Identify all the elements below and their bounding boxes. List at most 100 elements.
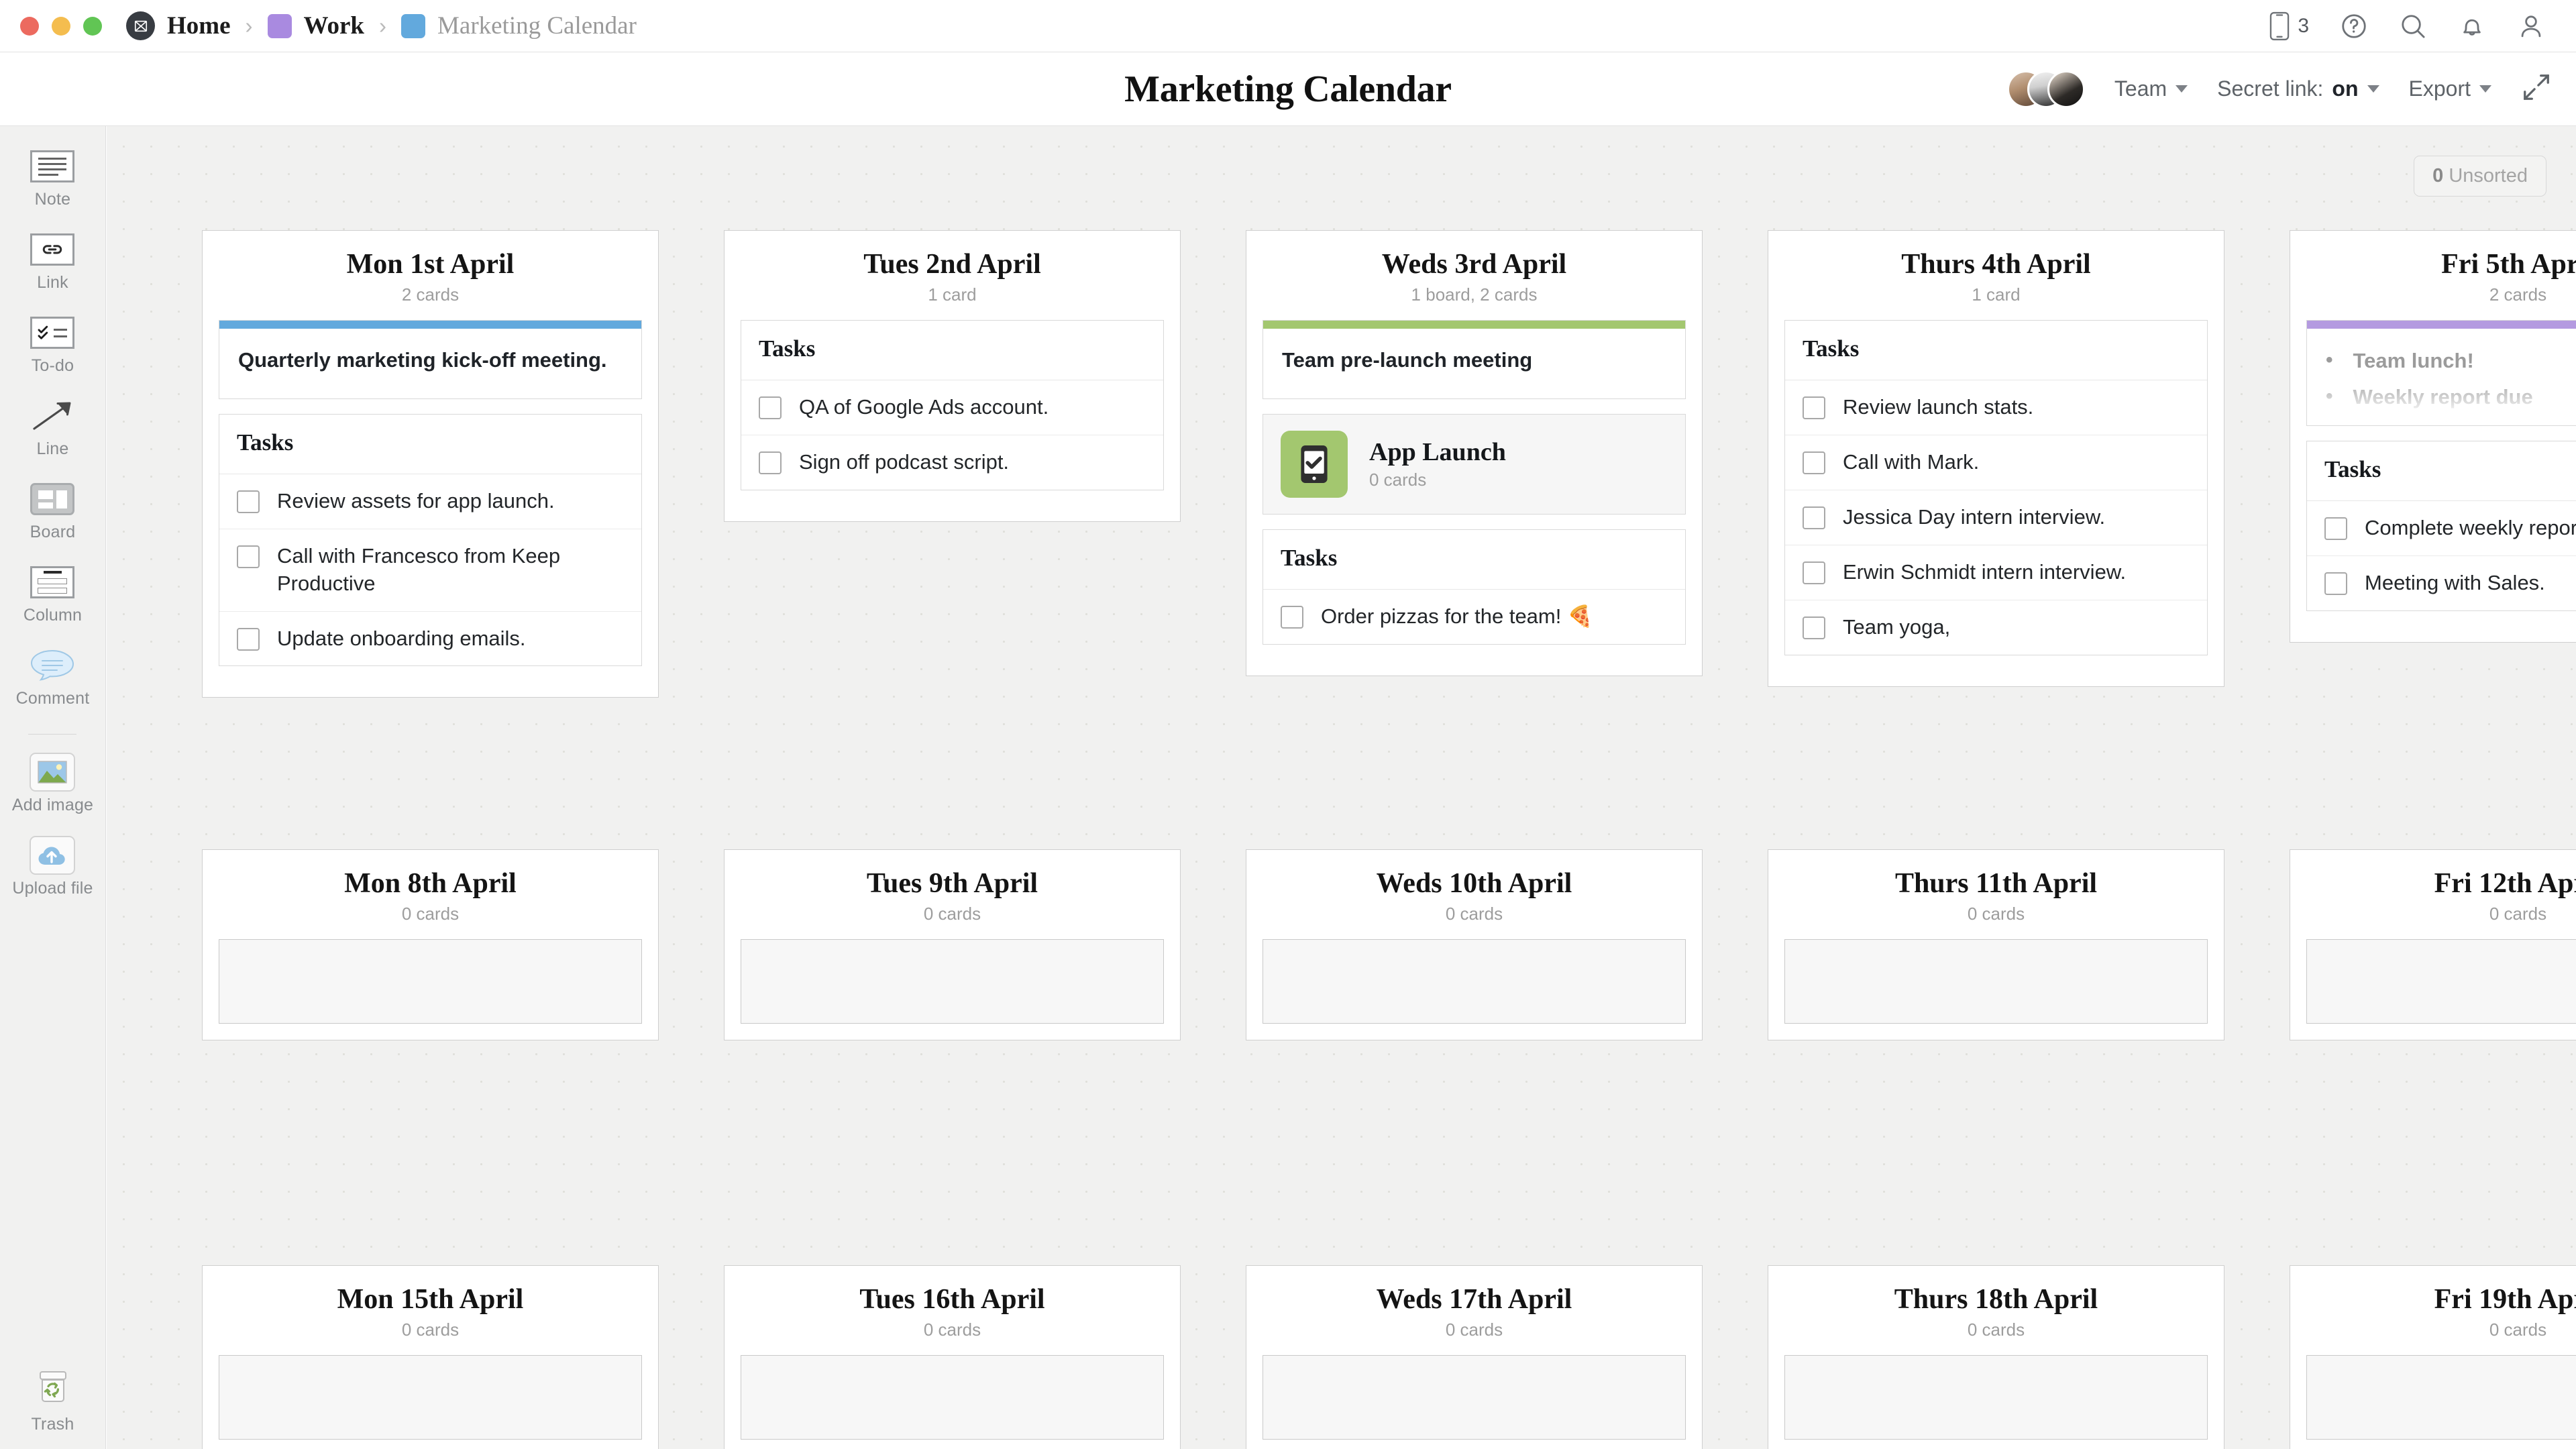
day-dropzone[interactable]: [2306, 939, 2576, 1024]
sidebar-tool-todo[interactable]: To-do: [28, 315, 76, 376]
day-body: [1768, 924, 2224, 1040]
todo-item[interactable]: Team yoga,: [1785, 600, 2207, 655]
mobile-app-icon[interactable]: 3: [2268, 11, 2309, 41]
day-dropzone[interactable]: [1784, 939, 2208, 1024]
day-column-tues-2-april[interactable]: Tues 2nd April 1 card Tasks QA of Google…: [724, 230, 1181, 522]
account-user-icon[interactable]: [2517, 12, 2545, 40]
minimize-window-button[interactable]: [52, 16, 70, 36]
sidebar-tool-board[interactable]: Board: [28, 482, 76, 542]
todo-checkbox[interactable]: [759, 396, 782, 419]
todo-checkbox[interactable]: [237, 490, 260, 513]
day-column-thurs-18-april[interactable]: Thurs 18th April 0 cards: [1768, 1265, 2224, 1449]
column-icon: [28, 565, 76, 600]
notifications-bell-icon[interactable]: [2458, 12, 2486, 40]
day-column-thurs-4-april[interactable]: Thurs 4th April 1 card Tasks Review laun…: [1768, 230, 2224, 687]
day-column-weds-10-april[interactable]: Weds 10th April 0 cards: [1246, 849, 1703, 1040]
day-column-tues-16-april[interactable]: Tues 16th April 0 cards: [724, 1265, 1181, 1449]
sidebar-tool-add-image[interactable]: Add image: [12, 753, 93, 815]
sidebar-tool-link[interactable]: Link: [28, 232, 76, 292]
close-window-button[interactable]: [20, 16, 39, 36]
day-dropzone[interactable]: [1784, 1355, 2208, 1440]
todo-checkbox[interactable]: [1803, 561, 1825, 584]
todo-item[interactable]: QA of Google Ads account.: [741, 380, 1163, 435]
todo-checkbox[interactable]: [237, 627, 260, 651]
sidebar-tool-label: Link: [37, 273, 68, 292]
todo-checkbox[interactable]: [1281, 605, 1303, 629]
board-card-app-launch[interactable]: App Launch 0 cards: [1263, 413, 1686, 515]
todo-checkbox[interactable]: [759, 451, 782, 474]
help-icon[interactable]: [2340, 12, 2368, 40]
secret-link-dropdown[interactable]: Secret link: on: [2217, 76, 2379, 101]
day-dropzone[interactable]: [1263, 1355, 1686, 1440]
todo-card[interactable]: Tasks Complete weekly report. Meeting wi…: [2306, 441, 2576, 611]
export-dropdown[interactable]: Export: [2409, 76, 2491, 101]
day-dropzone[interactable]: [1263, 939, 1686, 1024]
note-card[interactable]: • Team lunch! • Weekly report due: [2306, 320, 2576, 426]
zoom-window-button[interactable]: [83, 16, 102, 36]
todo-card[interactable]: Tasks Review launch stats. Call with Mar…: [1784, 320, 2208, 655]
day-column-fri-5-april[interactable]: Fri 5th April 2 cards • Team lunch! •: [2290, 230, 2576, 643]
day-title: Tues 16th April: [859, 1284, 1045, 1315]
todo-card[interactable]: Tasks QA of Google Ads account. Sign off…: [741, 320, 1164, 490]
todo-checkbox[interactable]: [2324, 572, 2347, 595]
day-column-mon-15-april[interactable]: Mon 15th April 0 cards: [202, 1265, 659, 1449]
todo-checkbox[interactable]: [237, 545, 260, 568]
todo-item[interactable]: Review assets for app launch.: [219, 474, 641, 529]
sidebar-trash[interactable]: Trash: [29, 1367, 77, 1434]
todo-card[interactable]: Tasks Order pizzas for the team! 🍕: [1263, 529, 1686, 645]
day-column-tues-9-april[interactable]: Tues 9th April 0 cards: [724, 849, 1181, 1040]
todo-checkbox[interactable]: [1803, 616, 1825, 639]
collaborator-avatars[interactable]: [2006, 70, 2085, 108]
todo-item[interactable]: Meeting with Sales.: [2307, 556, 2576, 610]
todo-item[interactable]: Erwin Schmidt intern interview.: [1785, 545, 2207, 600]
window-title-bar: Home › Work › Marketing Calendar 3: [0, 0, 2576, 52]
sidebar-tool-upload-file[interactable]: Upload file: [12, 836, 93, 898]
day-column-thurs-11-april[interactable]: Thurs 11th April 0 cards: [1768, 849, 2224, 1040]
todo-item[interactable]: Order pizzas for the team! 🍕: [1263, 590, 1685, 644]
note-card[interactable]: Quarterly marketing kick-off meeting.: [219, 320, 642, 399]
sidebar-tool-note[interactable]: Note: [28, 149, 76, 209]
day-dropzone[interactable]: [2306, 1355, 2576, 1440]
todo-checkbox[interactable]: [1803, 396, 1825, 419]
day-dropzone[interactable]: [219, 1355, 642, 1440]
todo-item[interactable]: Call with Francesco from Keep Productive: [219, 529, 641, 612]
sidebar-tool-column[interactable]: Column: [23, 565, 82, 625]
sidebar-tool-line[interactable]: Line: [28, 398, 76, 459]
todo-card[interactable]: Tasks Review assets for app launch. Call…: [219, 413, 642, 667]
todo-item[interactable]: Complete weekly report.: [2307, 501, 2576, 556]
day-body: [724, 1340, 1180, 1449]
breadcrumb-item-work[interactable]: Work: [304, 11, 364, 40]
day-column-weds-17-april[interactable]: Weds 17th April 0 cards: [1246, 1265, 1703, 1449]
line-arrow-icon: [28, 398, 76, 433]
todo-item[interactable]: Review launch stats.: [1785, 380, 2207, 435]
note-card[interactable]: Team pre-launch meeting: [1263, 320, 1686, 399]
todo-item[interactable]: Call with Mark.: [1785, 435, 2207, 490]
todo-item[interactable]: Sign off podcast script.: [741, 435, 1163, 490]
day-dropzone[interactable]: [741, 1355, 1164, 1440]
todo-checkbox[interactable]: [1803, 506, 1825, 529]
day-column-mon-1-april[interactable]: Mon 1st April 2 cards Quarterly marketin…: [202, 230, 659, 698]
day-title: Tues 9th April: [866, 868, 1038, 899]
day-column-mon-8-april[interactable]: Mon 8th April 0 cards: [202, 849, 659, 1040]
day-header: Mon 8th April 0 cards: [203, 850, 658, 924]
board-canvas[interactable]: 0 Unsorted Mon 1st April 2 cards Quarter…: [107, 126, 2576, 1449]
day-dropzone[interactable]: [219, 939, 642, 1024]
day-body: Tasks QA of Google Ads account. Sign off…: [724, 305, 1180, 521]
note-bullet-list: • Team lunch! • Weekly report due: [2307, 329, 2576, 425]
sidebar-tool-comment[interactable]: Comment: [16, 648, 90, 708]
day-column-fri-12-april[interactable]: Fri 12th April 0 cards: [2290, 849, 2576, 1040]
day-dropzone[interactable]: [741, 939, 1164, 1024]
expand-fullscreen-icon[interactable]: [2521, 72, 2552, 106]
day-column-weds-3-april[interactable]: Weds 3rd April 1 board, 2 cards Team pre…: [1246, 230, 1703, 676]
todo-item[interactable]: Update onboarding emails.: [219, 612, 641, 666]
search-icon[interactable]: [2399, 12, 2427, 40]
team-dropdown[interactable]: Team: [2114, 76, 2188, 101]
todo-item[interactable]: Jessica Day intern interview.: [1785, 490, 2207, 545]
day-column-fri-19-april[interactable]: Fri 19th April 0 cards: [2290, 1265, 2576, 1449]
todo-checkbox[interactable]: [1803, 451, 1825, 474]
milanote-logo-icon[interactable]: [126, 11, 155, 40]
todo-checkbox[interactable]: [2324, 517, 2347, 540]
unsorted-badge[interactable]: 0 Unsorted: [2414, 156, 2546, 197]
day-card-count: 2 cards: [401, 284, 460, 305]
breadcrumb-item-home[interactable]: Home: [167, 11, 231, 40]
